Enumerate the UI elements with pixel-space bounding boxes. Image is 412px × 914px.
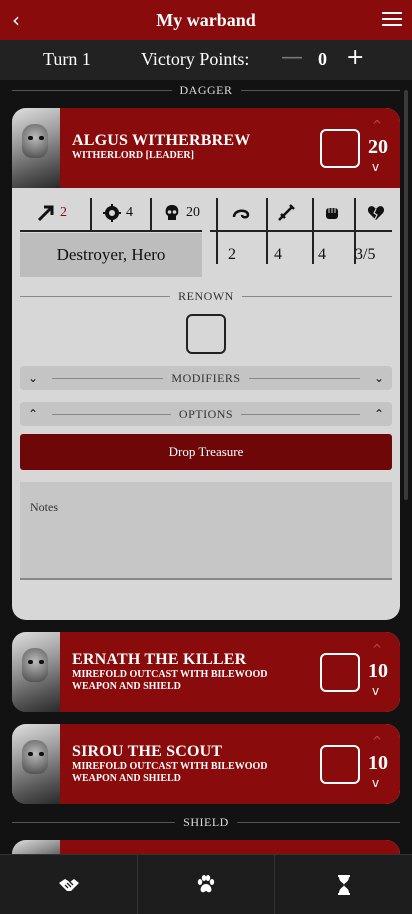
- fighter-type: MIREFOLD OUTCAST WITH BILEWOOD WEAPON AN…: [72, 669, 268, 692]
- bottom-navigation: [0, 854, 412, 914]
- shield-icon: [103, 204, 121, 222]
- wounds-down-icon[interactable]: v: [372, 160, 379, 174]
- vp-decrement-button[interactable]: —: [281, 45, 303, 70]
- fighter-name: ERNATH THE KILLER: [72, 651, 247, 668]
- victory-points-label: Victory Points:: [141, 49, 250, 69]
- group-label: SHIELD: [183, 814, 229, 829]
- renown-label: RENOWN: [178, 288, 234, 303]
- options-label: OPTIONS: [178, 406, 234, 421]
- weapon-range: 2: [228, 246, 236, 263]
- wounds-value: 10: [368, 660, 388, 682]
- toughness-value: 4: [126, 205, 133, 220]
- fighter-portrait: [12, 632, 60, 712]
- handshake-icon: [58, 879, 79, 891]
- fighter-card: SIROU THE SCOUT MIREFOLD OUTCAST WITH BI…: [12, 724, 400, 804]
- skull-icon: [165, 205, 179, 220]
- notes-textarea[interactable]: Notes: [20, 482, 392, 580]
- nav-tab-beasts[interactable]: [137, 855, 274, 914]
- nav-tab-timer[interactable]: [274, 855, 412, 914]
- wounds-value: 20: [368, 136, 388, 158]
- range-icon: [232, 209, 250, 219]
- activation-checkbox[interactable]: [320, 129, 360, 168]
- wounds-down-icon[interactable]: v: [372, 776, 379, 790]
- stat-row: 2 4 20: [20, 196, 392, 264]
- wounds-stat: 20: [162, 196, 200, 230]
- activation-checkbox[interactable]: [320, 745, 360, 784]
- weapon-damage: 3/5: [355, 246, 376, 263]
- hamburger-menu-icon[interactable]: [382, 12, 402, 28]
- wounds-stat-value: 20: [186, 205, 200, 220]
- fighter-header[interactable]: ERNATH THE KILLER MIREFOLD OUTCAST WITH …: [12, 632, 400, 712]
- hourglass-icon: [337, 875, 350, 895]
- move-icon: [37, 205, 54, 222]
- broken-heart-icon: [367, 206, 385, 220]
- group-divider-shield: SHIELD: [12, 814, 401, 829]
- wounds-up-icon[interactable]: ^: [372, 642, 382, 656]
- chevron-down-icon: ⌄: [28, 371, 39, 385]
- chevron-down-icon: ⌄: [373, 371, 384, 385]
- fist-icon: [326, 208, 338, 219]
- fighter-type: WITHERLORD [LEADER]: [72, 150, 194, 161]
- fighter-portrait: [12, 108, 60, 188]
- fighter-card-expanded: ALGUS WITHERBREW WITHERLORD [LEADER] ^ 2…: [12, 108, 400, 620]
- back-icon[interactable]: ‹: [12, 8, 20, 32]
- wounds-down-icon[interactable]: v: [372, 684, 379, 698]
- group-divider-dagger: DAGGER: [12, 83, 400, 97]
- turn-label[interactable]: Turn 1: [43, 49, 91, 70]
- chevron-up-icon: ⌃: [28, 407, 39, 421]
- turn-bar: Turn 1 Victory Points: — 0 +: [0, 40, 412, 80]
- wounds-up-icon[interactable]: ^: [372, 118, 382, 132]
- toughness-stat: 4: [102, 196, 133, 230]
- scrollbar[interactable]: [404, 90, 408, 500]
- fighter-name: SIROU THE SCOUT: [72, 743, 223, 760]
- fighter-type: MIREFOLD OUTCAST WITH BILEWOOD WEAPON AN…: [72, 761, 268, 784]
- fighter-runemarks: Destroyer, Hero: [20, 233, 202, 277]
- vp-value: 0: [318, 49, 327, 69]
- drop-treasure-button[interactable]: Drop Treasure: [20, 434, 392, 470]
- weapon-strength: 4: [318, 246, 326, 263]
- wounds-value: 10: [368, 752, 388, 774]
- fighter-portrait: [12, 724, 60, 804]
- fighter-name: ALGUS WITHERBREW: [72, 132, 251, 149]
- fighter-header[interactable]: ALGUS WITHERBREW WITHERLORD [LEADER] ^ 2…: [12, 108, 400, 188]
- sword-icon: [278, 204, 295, 221]
- attacks-stat: [276, 196, 296, 230]
- modifiers-label: MODIFIERS: [171, 370, 241, 385]
- damage-stat: [366, 196, 386, 230]
- strength-stat: [322, 196, 342, 230]
- move-value: 2: [60, 205, 67, 220]
- chevron-up-icon: ⌃: [373, 407, 385, 421]
- fighter-header[interactable]: SIROU THE SCOUT MIREFOLD OUTCAST WITH BI…: [12, 724, 400, 804]
- wounds-up-icon[interactable]: ^: [372, 734, 382, 748]
- weapon-attacks: 4: [274, 246, 282, 263]
- fighter-card: ERNATH THE KILLER MIREFOLD OUTCAST WITH …: [12, 632, 400, 712]
- move-stat: 2: [36, 196, 67, 230]
- page-title: My warband: [156, 9, 256, 30]
- range-stat: [232, 196, 252, 230]
- renown-divider: RENOWN: [20, 288, 393, 303]
- group-label: DAGGER: [179, 82, 233, 97]
- paw-icon: [197, 875, 215, 893]
- activation-checkbox[interactable]: [320, 653, 360, 692]
- app-header: ‹ My warband: [0, 0, 412, 40]
- nav-tab-alliances[interactable]: [0, 855, 137, 914]
- renown-checkbox[interactable]: [186, 314, 226, 354]
- vp-increment-button[interactable]: +: [346, 45, 364, 70]
- modifiers-toggle[interactable]: ⌄ MODIFIERS ⌄: [20, 366, 392, 390]
- options-toggle[interactable]: ⌃ OPTIONS ⌃: [20, 402, 392, 426]
